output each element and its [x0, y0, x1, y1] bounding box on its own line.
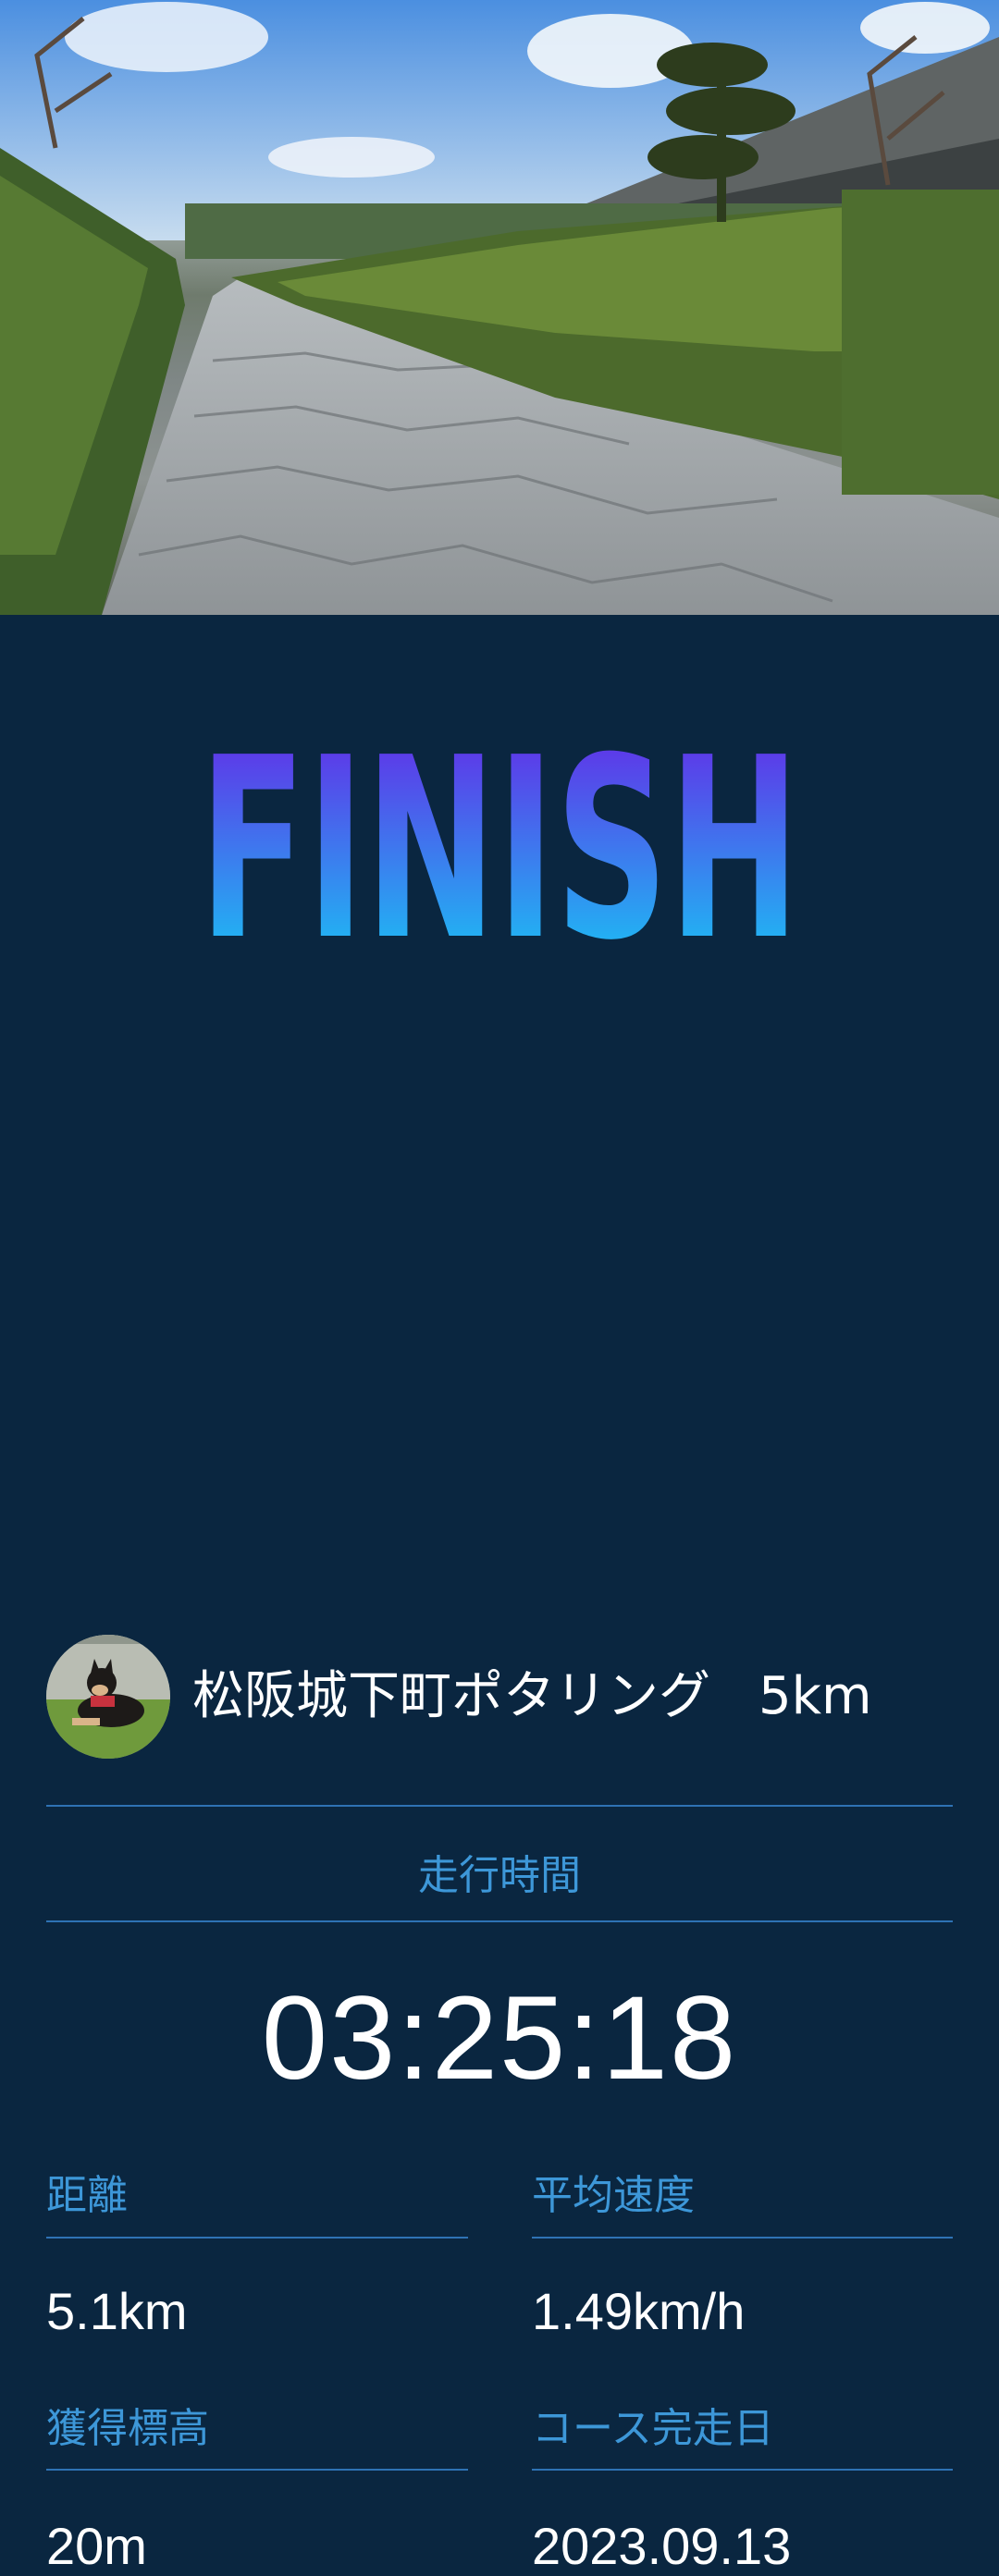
- divider: [46, 1805, 953, 1807]
- course-header: 松阪城下町ポタリング 5km: [46, 1635, 953, 1759]
- result-panel: FINISH 松阪城下町ポタリング 5km 走行時間 03:25:18 距離 5…: [0, 615, 999, 2575]
- course-name: 松阪城下町ポタリング: [192, 1666, 710, 1726]
- completion-date-value: 2023.09.13: [532, 2517, 792, 2575]
- course-distance: 5km: [758, 1666, 872, 1726]
- finish-banner: FINISH: [0, 721, 999, 952]
- hero-photo: [0, 0, 999, 615]
- divider: [46, 1920, 953, 1922]
- divider: [46, 2469, 468, 2471]
- avatar[interactable]: [46, 1635, 170, 1759]
- finish-title: FINISH: [199, 721, 800, 952]
- course-title: 松阪城下町ポタリング 5km: [192, 1671, 872, 1723]
- distance-value: 5.1km: [46, 2282, 188, 2340]
- stone-path-illustration: [0, 0, 999, 615]
- finish-title-graphic: FINISH: [199, 721, 800, 952]
- running-time-value: 03:25:18: [261, 1972, 738, 2104]
- avg-speed-value: 1.49km/h: [532, 2282, 746, 2340]
- avg-speed-label: 平均速度: [532, 2172, 695, 2219]
- divider: [532, 2237, 953, 2239]
- elevation-label: 獲得標高: [46, 2405, 209, 2452]
- completion-date-label: コース完走日: [532, 2405, 774, 2452]
- elevation-value: 20m: [46, 2517, 147, 2575]
- divider: [46, 2237, 468, 2239]
- running-time-label: 走行時間: [418, 1852, 581, 1899]
- shiba-dog-avatar-icon: [46, 1635, 170, 1759]
- divider: [532, 2469, 953, 2471]
- distance-label: 距離: [46, 2172, 128, 2219]
